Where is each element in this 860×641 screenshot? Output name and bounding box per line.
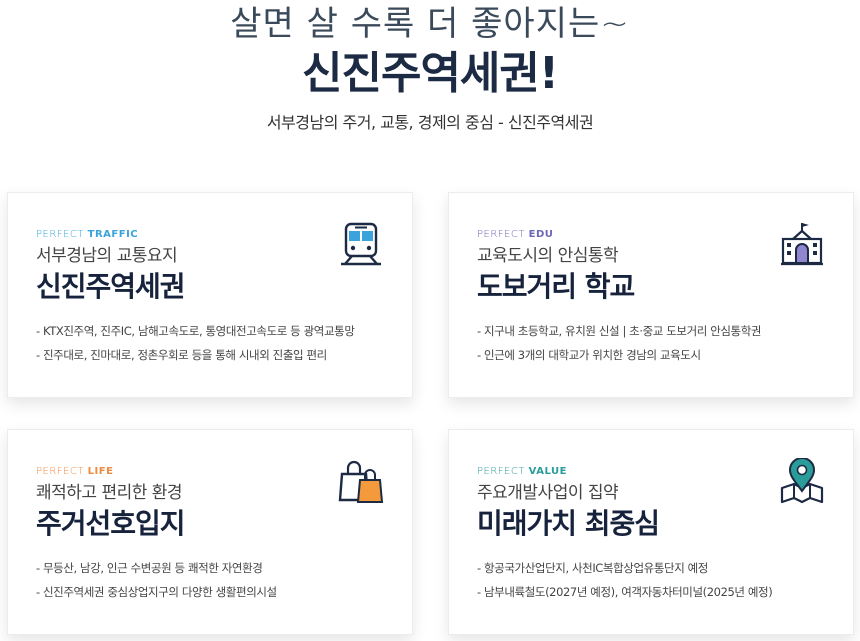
feature-item: - 항공국가산업단지, 사천IC복합상업유통단지 예정 bbox=[477, 561, 708, 575]
card-feature-list: - 항공국가산업단지, 사천IC복합상업유통단지 예정 - 남부내륙철도(202… bbox=[477, 556, 773, 604]
card-subtitle: 서부경남의 교통요지 bbox=[36, 246, 178, 266]
card-subtitle: 주요개발사업이 집약 bbox=[477, 483, 619, 503]
card-title: 도보거리 학교 bbox=[477, 270, 635, 303]
card-feature-list: - 무등산, 남강, 인근 수변공원 등 쾌적한 자연환경 - 신진주역세권 중… bbox=[36, 556, 277, 604]
card-subtitle: 쾌적하고 편리한 환경 bbox=[36, 483, 183, 503]
card-feature-list: - KTX진주역, 진주IC, 남해고속도로, 통영대전고속도로 등 광역교통망… bbox=[36, 319, 355, 367]
kicker-prefix: PERFECT bbox=[36, 466, 84, 477]
feature-item: - 남부내륙철도(2027년 예정), 여객자동차터미널(2025년 예정) bbox=[477, 585, 773, 599]
card-title: 미래가치 최중심 bbox=[477, 507, 660, 540]
hero-title: 신진주역세권! bbox=[302, 48, 559, 99]
train-icon bbox=[341, 222, 381, 266]
shopping-bags-icon bbox=[338, 460, 384, 503]
card-edu: PERFECT EDU 교육도시의 안심통학 도보거리 학교 - 지구내 초등학… bbox=[448, 192, 854, 398]
card-traffic: PERFECT TRAFFIC 서부경남의 교통요지 신진주역세권 - KTX진… bbox=[7, 192, 413, 398]
card-kicker: PERFECT VALUE bbox=[477, 466, 567, 478]
card-feature-list: - 지구내 초등학교, 유치원 신설 | 초·중교 도보거리 안심통학권 - 인… bbox=[477, 319, 762, 367]
kicker-key: VALUE bbox=[528, 466, 567, 477]
card-life: PERFECT LIFE 쾌적하고 편리한 환경 주거선호입지 - 무등산, 남… bbox=[7, 429, 413, 635]
kicker-key: EDU bbox=[528, 229, 554, 240]
card-subtitle: 교육도시의 안심통학 bbox=[477, 246, 619, 266]
card-kicker: PERFECT TRAFFIC bbox=[36, 229, 138, 241]
feature-item: - 지구내 초등학교, 유치원 신설 | 초·중교 도보거리 안심통학권 bbox=[477, 324, 762, 338]
kicker-prefix: PERFECT bbox=[477, 466, 525, 477]
kicker-prefix: PERFECT bbox=[477, 229, 525, 240]
kicker-key: LIFE bbox=[87, 466, 114, 477]
kicker-key: TRAFFIC bbox=[87, 229, 139, 240]
hero-subtitle: 살면 살 수록 더 좋아지는~ bbox=[230, 4, 630, 44]
feature-item: - 무등산, 남강, 인근 수변공원 등 쾌적한 자연환경 bbox=[36, 561, 263, 575]
kicker-prefix: PERFECT bbox=[36, 229, 84, 240]
feature-item: - 신진주역세권 중심상업지구의 다양한 생활편의시설 bbox=[36, 585, 277, 599]
map-pin-icon bbox=[780, 458, 824, 504]
card-title: 신진주역세권 bbox=[36, 270, 186, 303]
card-kicker: PERFECT LIFE bbox=[36, 466, 113, 478]
feature-item: - KTX진주역, 진주IC, 남해고속도로, 통영대전고속도로 등 광역교통망 bbox=[36, 324, 355, 338]
card-value: PERFECT VALUE 주요개발사업이 집약 미래가치 최중심 - 항공국가… bbox=[448, 429, 854, 635]
feature-item: - 진주대로, 진마대로, 정촌우회로 등을 통해 시내외 진출입 편리 bbox=[36, 348, 327, 362]
card-title: 주거선호입지 bbox=[36, 507, 186, 540]
hero-description: 서부경남의 주거, 교통, 경제의 중심 - 신진주역세권 bbox=[266, 113, 594, 132]
card-kicker: PERFECT EDU bbox=[477, 229, 553, 241]
feature-item: - 인근에 3개의 대학교가 위치한 경남의 교육도시 bbox=[477, 348, 701, 362]
school-icon bbox=[781, 223, 823, 266]
